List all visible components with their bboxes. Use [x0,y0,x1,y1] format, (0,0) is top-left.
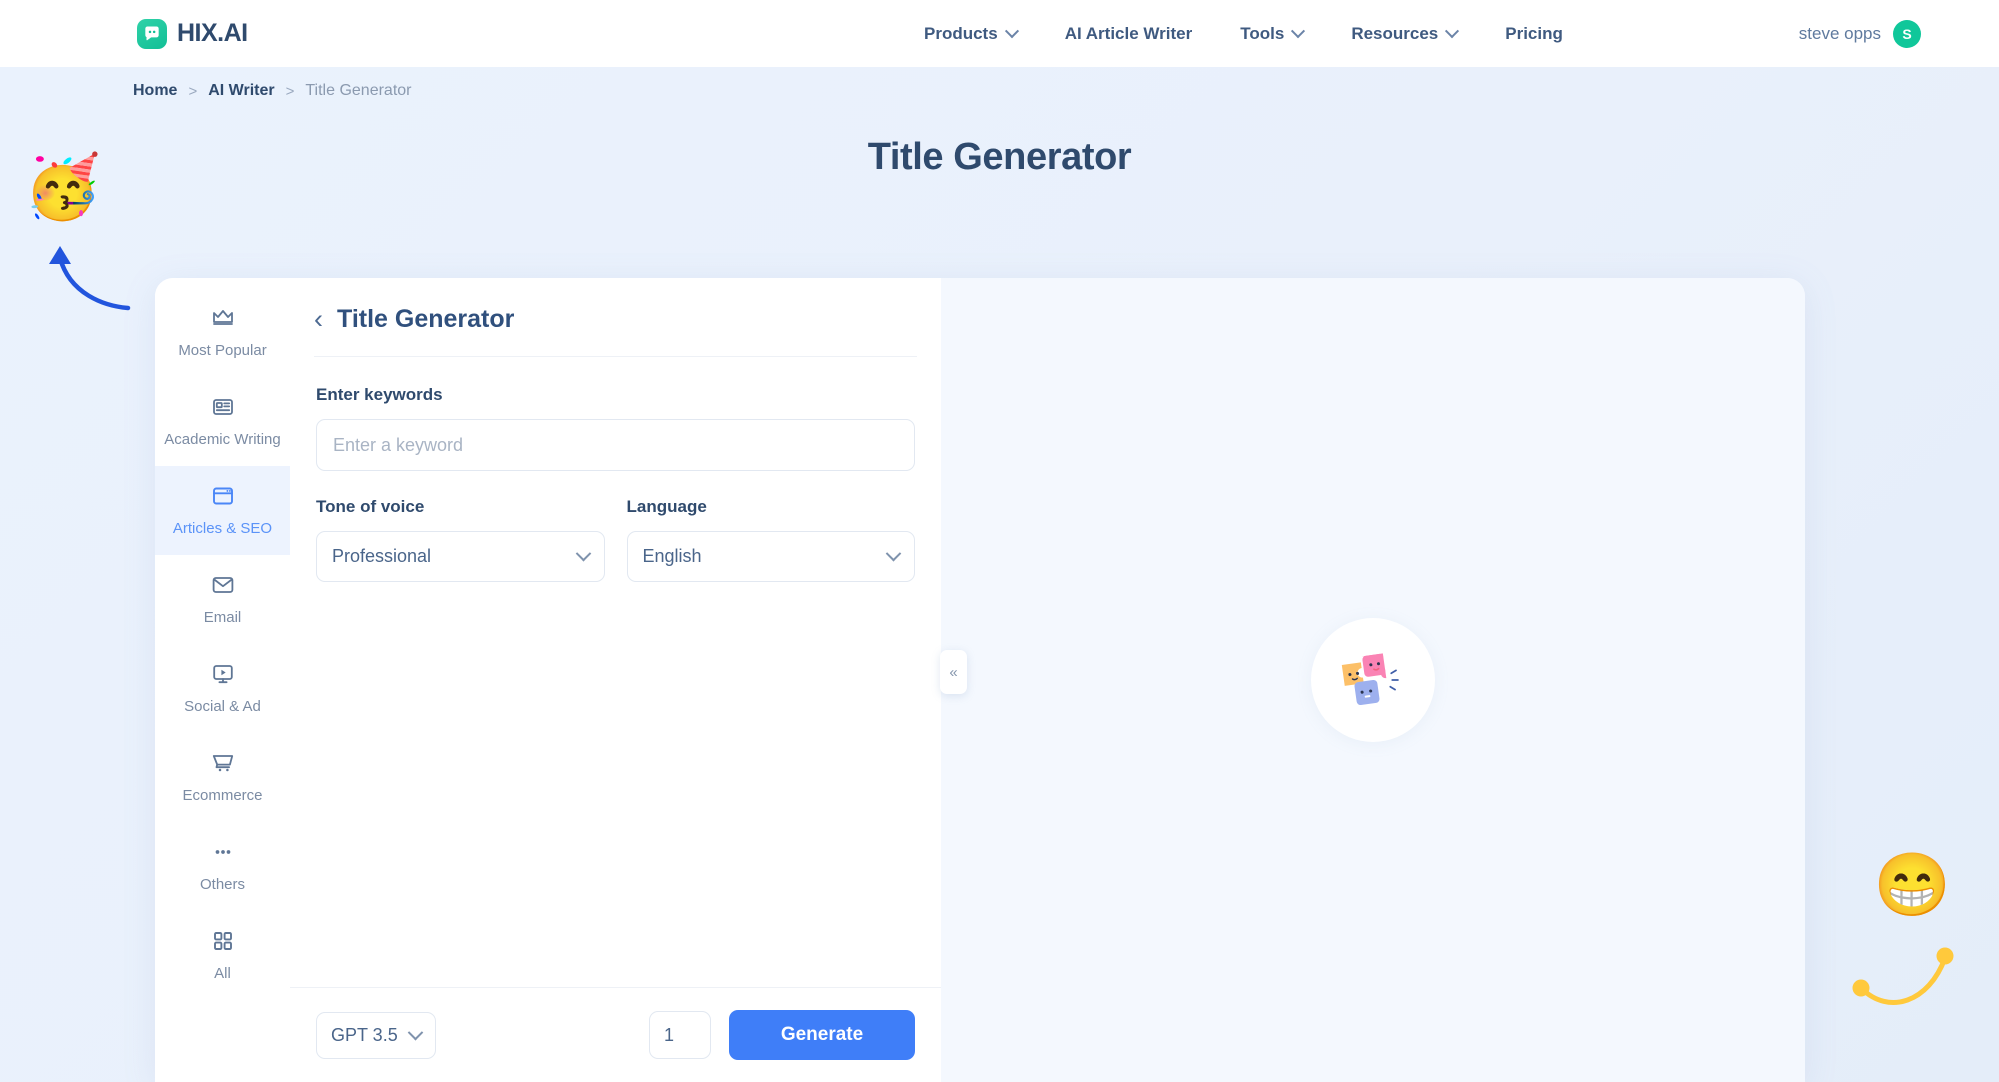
breadcrumb-home[interactable]: Home [133,82,177,100]
envelope-icon [161,572,284,598]
user-name: steve opps [1798,23,1881,43]
sidebar-item-academic-writing[interactable]: Academic Writing [155,377,290,466]
result-panel [941,278,1805,1082]
sidebar-item-label: Articles & SEO [172,520,273,537]
keywords-label: Enter keywords [316,385,443,404]
sidebar-item-others[interactable]: Others [155,822,290,911]
sidebar-item-most-popular[interactable]: Most Popular [155,288,290,377]
model-select[interactable]: GPT 3.5 [316,1011,436,1059]
sidebar-item-label: Social & Ad [184,698,261,715]
breadcrumb-current: Title Generator [305,82,412,99]
shopping-cart-icon [161,750,284,776]
sidebar-item-label: Others [199,876,245,893]
nav-item-pricing[interactable]: Pricing [1481,24,1587,44]
breadcrumb-separator: > [285,82,295,100]
collapse-result-panel-button[interactable]: « [940,650,967,694]
tone-language-row: Tone of voice Professional Language Engl… [316,497,915,582]
user-account-menu[interactable]: steve opps S [1798,19,1921,48]
tool-form-panel: ‹ Title Generator Enter keywords Tone of… [290,278,941,1082]
browser-window-icon [161,483,284,509]
chevron-down-icon [1291,23,1306,38]
sidebar-item-all[interactable]: All [155,911,290,1000]
tool-card: Most Popular Academic Writing Articles &… [155,278,1805,1082]
nav-item-ai-article-writer[interactable]: AI Article Writer [1041,24,1217,44]
brand-name: HIX.AI [177,19,248,47]
sidebar-item-articles-seo[interactable]: Articles & SEO [155,466,290,555]
quantity-input[interactable] [649,1011,711,1059]
language-select[interactable]: English [626,531,915,582]
nav-item-products[interactable]: Products [900,24,1041,44]
chevron-down-icon [1004,23,1019,38]
tone-value: Professional [332,546,432,566]
brand-logo-link[interactable]: HIX.AI [137,18,248,49]
model-value: GPT 3.5 [331,1024,398,1045]
page-title: Title Generator [867,136,1132,178]
breadcrumb: Home > AI Writer > Title Generator [133,82,412,100]
sidebar-item-label: Academic Writing [164,431,281,448]
top-navigation-bar: HIX.AI Products AI Article Writer Tools … [0,0,1999,67]
form-footer: GPT 3.5 Generate [290,987,941,1082]
language-label: Language [626,497,707,516]
chevron-down-icon [407,1024,423,1040]
main-nav-links: Products AI Article Writer Tools Resourc… [900,24,1587,44]
nav-item-label: Resources [1351,23,1439,43]
ellipsis-icon [161,839,284,865]
chevron-down-icon [1445,23,1460,38]
form-header: ‹ Title Generator [314,278,917,357]
language-value: English [642,546,702,566]
tone-label: Tone of voice [316,497,425,516]
sidebar-item-ecommerce[interactable]: Ecommerce [155,733,290,822]
tone-select[interactable]: Professional [316,531,605,582]
form-body: Enter keywords Tone of voice Professiona… [290,357,941,987]
monitor-play-icon [161,661,284,687]
breadcrumb-separator: > [188,82,198,100]
tone-field: Tone of voice Professional [316,497,605,582]
sidebar-item-label: Most Popular [178,342,267,359]
chevron-down-icon [575,545,591,562]
sidebar-item-label: Ecommerce [182,787,263,804]
generate-button[interactable]: Generate [729,1010,915,1060]
sidebar-item-email[interactable]: Email [155,555,290,644]
chevron-down-icon [885,545,902,562]
nav-item-resources[interactable]: Resources [1327,24,1481,44]
nav-item-label: Pricing [1505,23,1563,43]
puzzle-pieces-icon [1311,618,1435,742]
article-card-icon [161,394,284,420]
avatar: S [1893,19,1921,48]
crown-icon [161,305,284,331]
sidebar-item-label: All [214,965,231,982]
nav-item-label: Tools [1240,23,1285,43]
breadcrumb-ai-writer[interactable]: AI Writer [208,82,274,100]
grid-four-icon [161,928,284,954]
form-title: Title Generator [337,305,515,333]
language-field: Language English [626,497,915,582]
keywords-input[interactable] [316,419,915,471]
sidebar-item-label: Email [203,609,242,626]
chevron-left-icon[interactable]: ‹ [314,306,323,333]
nav-item-tools[interactable]: Tools [1216,24,1327,44]
nav-item-label: AI Article Writer [1064,23,1193,43]
nav-item-label: Products [924,23,998,43]
chat-bubble-icon [137,18,167,49]
category-sidebar: Most Popular Academic Writing Articles &… [155,278,290,1082]
double-chevron-left-icon: « [949,663,958,681]
sidebar-item-social-ad[interactable]: Social & Ad [155,644,290,733]
